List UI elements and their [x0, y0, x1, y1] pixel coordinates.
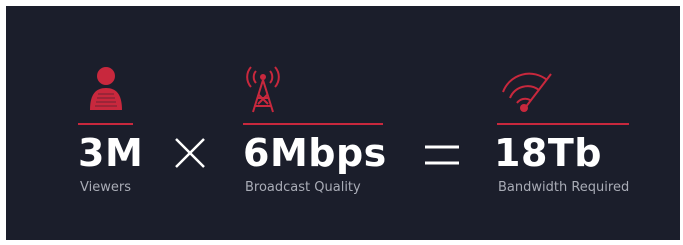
person-icon — [90, 67, 122, 110]
broadcast-value: 6Mbps — [243, 131, 387, 175]
multiply-sign-icon — [175, 138, 205, 168]
viewers-caption: Viewers — [80, 180, 131, 195]
speedometer-icon — [502, 72, 552, 112]
broadcast-divider — [243, 123, 383, 125]
viewers-divider — [78, 123, 133, 125]
bandwidth-divider — [497, 123, 629, 125]
broadcast-caption: Broadcast Quality — [245, 180, 361, 195]
bandwidth-value: 18Tb — [494, 131, 603, 175]
broadcast-tower-icon — [246, 66, 280, 113]
viewers-value: 3M — [78, 131, 144, 175]
bandwidth-caption: Bandwidth Required — [498, 180, 630, 195]
equals-sign-icon — [425, 145, 459, 165]
